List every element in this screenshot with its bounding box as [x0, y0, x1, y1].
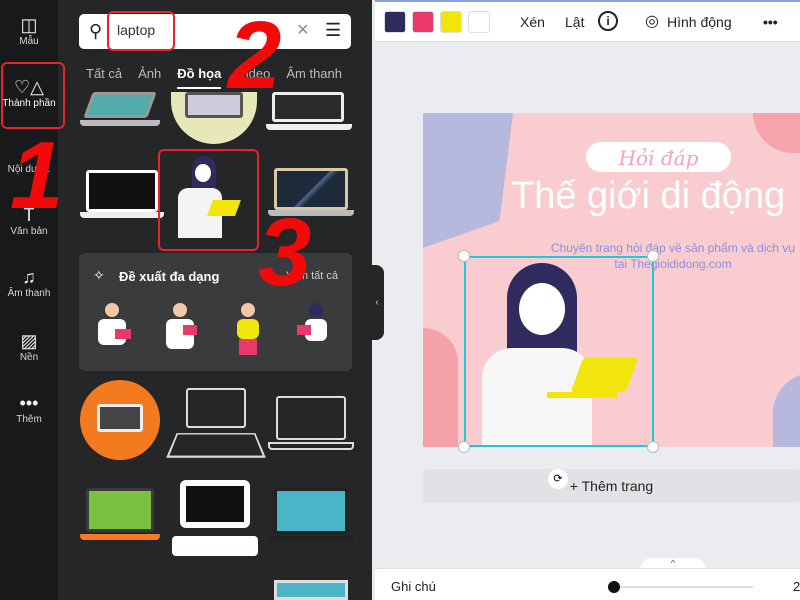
annotation-box — [158, 149, 259, 251]
resize-handle[interactable] — [647, 441, 659, 453]
resize-handle[interactable] — [458, 441, 470, 453]
annotation-number: 1 — [10, 122, 64, 229]
result-laptop-10[interactable] — [172, 480, 260, 562]
pill-heading[interactable]: Hỏi đáp — [586, 142, 731, 172]
color-swatch[interactable] — [412, 11, 434, 33]
color-swatch[interactable] — [440, 11, 462, 33]
rotate-icon[interactable]: ⟳ — [548, 469, 568, 489]
notes-button[interactable]: Ghi chú — [391, 579, 436, 594]
zoom-slider-thumb[interactable] — [608, 581, 620, 593]
tab-audio[interactable]: Âm thanh — [286, 66, 342, 87]
suggestion-item[interactable] — [161, 303, 201, 358]
bottom-bar: Ghi chú 2 — [375, 568, 800, 600]
more-icon: ••• — [19, 393, 39, 413]
result-laptop-4[interactable] — [80, 170, 164, 220]
zoom-level[interactable]: 2 — [793, 579, 800, 594]
sidebar-item-templates[interactable]: ◫ Mẫu — [0, 14, 58, 47]
selection-box — [464, 256, 654, 447]
annotation-box — [1, 62, 65, 129]
sidebar-item-audio[interactable]: ♫ Âm thanh — [0, 266, 58, 299]
canvas-title[interactable]: Thế giới di động — [511, 175, 785, 218]
info-icon[interactable]: i — [598, 11, 618, 31]
decor-shape — [423, 113, 513, 248]
music-icon: ♫ — [22, 267, 36, 287]
animate-icon: ◎ — [645, 13, 659, 30]
suggestion-item[interactable] — [229, 303, 269, 358]
elements-panel: ⚲ × ☰ Tất cảẢnhĐồ họaVideoÂm thanh ✧ Đề … — [58, 0, 372, 600]
clear-icon[interactable]: × — [297, 19, 309, 42]
result-laptop-1[interactable] — [80, 92, 160, 132]
color-swatch[interactable] — [384, 11, 406, 33]
result-laptop-8[interactable] — [268, 396, 354, 454]
flip-button[interactable]: Lật — [565, 14, 584, 30]
annotation-box — [107, 11, 175, 51]
animate-button[interactable]: Hình động — [667, 14, 732, 30]
suggestion-item[interactable] — [93, 303, 133, 358]
result-laptop-11[interactable] — [268, 488, 354, 548]
suggestions-title: Đề xuất đa dạng — [119, 269, 220, 284]
annotation-number: 2 — [228, 2, 282, 109]
result-laptop-12[interactable] — [274, 580, 348, 600]
search-icon: ⚲ — [89, 21, 103, 41]
toolbar: Xén Lật i ◎ Hình động ••• — [375, 0, 800, 42]
decor-shape — [753, 113, 800, 153]
filter-icon[interactable]: ☰ — [325, 20, 341, 41]
tab-all[interactable]: Tất cả — [86, 66, 122, 87]
result-laptop-6[interactable] — [80, 380, 160, 460]
collapse-panel-button[interactable]: ‹ — [370, 265, 384, 340]
tab-photos[interactable]: Ảnh — [138, 66, 161, 87]
result-laptop-7[interactable] — [166, 388, 266, 460]
layout-icon: ◫ — [20, 15, 38, 35]
annotation-number: 3 — [258, 199, 312, 306]
more-options-button[interactable]: ••• — [763, 14, 778, 30]
tabs: Tất cả Ảnh Đồ họa Video Âm thanh — [86, 66, 358, 89]
sparkle-icon: ✧ — [93, 267, 105, 283]
sidebar-item-background[interactable]: ▨ Nền — [0, 330, 58, 363]
resize-handle[interactable] — [647, 250, 659, 262]
tab-graphics[interactable]: Đồ họa — [177, 66, 222, 89]
decor-shape — [773, 373, 800, 447]
color-swatch[interactable] — [468, 11, 490, 33]
add-page-button[interactable]: + Thêm trang — [423, 469, 800, 503]
result-laptop-9[interactable] — [80, 488, 160, 544]
crop-button[interactable]: Xén — [520, 14, 545, 30]
zoom-slider[interactable] — [611, 586, 753, 588]
decor-shape — [423, 328, 458, 447]
suggestion-item[interactable] — [297, 303, 337, 358]
sidebar-item-more[interactable]: ••• Thêm — [0, 392, 58, 425]
resize-handle[interactable] — [458, 250, 470, 262]
background-icon: ▨ — [20, 331, 38, 351]
